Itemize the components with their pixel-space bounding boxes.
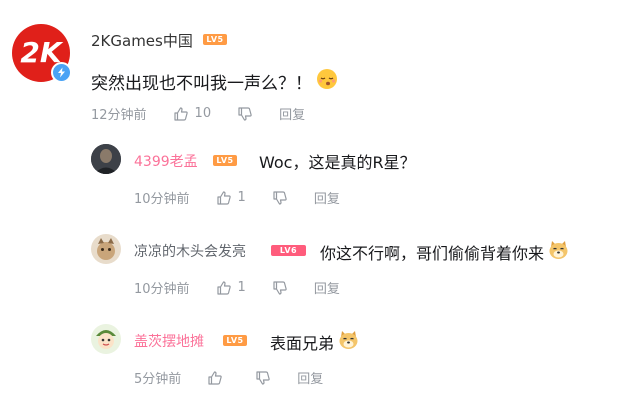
- comment-username[interactable]: 2KGames中国: [91, 30, 193, 51]
- reply-text: 你这不行啊，哥们偷偷背着你来: [320, 239, 569, 264]
- like-button[interactable]: [207, 370, 229, 386]
- like-count: 1: [237, 280, 246, 295]
- reply-text-body: 你这不行啊，哥们偷偷背着你来: [320, 243, 545, 263]
- thumbs-down-icon: [256, 370, 271, 385]
- comment-text-body: 突然出现也不叫我一声么？！: [91, 74, 312, 94]
- thumbs-up-icon: [216, 280, 231, 295]
- reply-username[interactable]: 凉凉的木头会发亮: [134, 241, 246, 261]
- reply-meta: 5分钟前 回复: [134, 368, 323, 387]
- reply-time: 10分钟前: [134, 192, 190, 207]
- dislike-button[interactable]: [272, 280, 288, 296]
- comment-meta: 12分钟前 10 回复: [91, 104, 305, 123]
- like-button[interactable]: 1: [216, 190, 246, 206]
- reply-button[interactable]: 回复: [297, 368, 323, 387]
- reply-username[interactable]: 4399老孟: [134, 151, 198, 171]
- level-badge: LV5: [223, 335, 247, 346]
- comment-time: 12分钟前: [91, 108, 147, 123]
- doge-emoji: [548, 239, 569, 264]
- comment-text: 突然出现也不叫我一声么？！: [91, 68, 338, 95]
- reply-text: 表面兄弟: [270, 329, 359, 354]
- reply-meta: 10分钟前 1 回复: [134, 278, 340, 297]
- thumbs-down-icon: [273, 190, 287, 205]
- reply-meta: 10分钟前 1 回复: [134, 188, 340, 207]
- level-badge: LV6: [271, 245, 306, 256]
- like-button[interactable]: 1: [216, 280, 246, 296]
- dislike-button[interactable]: [272, 190, 288, 206]
- thumbs-down-icon: [273, 280, 287, 295]
- avatar[interactable]: [91, 144, 121, 174]
- thumbs-down-icon: [238, 106, 252, 121]
- level-badge: LV5: [213, 155, 237, 166]
- reply-button[interactable]: 回复: [279, 104, 305, 123]
- sleepy-face-emoji: [316, 68, 338, 95]
- reply-button[interactable]: 回复: [314, 278, 340, 297]
- reply-time: 5分钟前: [134, 372, 182, 387]
- like-count: 10: [194, 106, 212, 121]
- dislike-button[interactable]: [255, 370, 271, 386]
- reply-text-body: 表面兄弟: [270, 333, 335, 353]
- like-count: 1: [237, 190, 246, 205]
- doge-emoji: [338, 329, 359, 354]
- dislike-button[interactable]: [237, 106, 253, 122]
- reply-username[interactable]: 盖茨摆地摊: [134, 331, 204, 351]
- level-badge: LV5: [203, 34, 227, 45]
- avatar[interactable]: [91, 324, 121, 354]
- reply-time: 10分钟前: [134, 282, 190, 297]
- verified-icon: [51, 62, 72, 83]
- thumbs-up-icon: [208, 370, 223, 385]
- reply-text: Woc，这是真的R星？: [259, 149, 416, 173]
- thumbs-up-icon: [173, 106, 188, 121]
- reply-text-body: Woc，这是真的R星？: [259, 153, 416, 172]
- avatar[interactable]: 2K: [12, 24, 72, 83]
- avatar[interactable]: [91, 234, 121, 264]
- reply-button[interactable]: 回复: [314, 188, 340, 207]
- like-button[interactable]: 10: [173, 106, 212, 122]
- thumbs-up-icon: [216, 190, 231, 205]
